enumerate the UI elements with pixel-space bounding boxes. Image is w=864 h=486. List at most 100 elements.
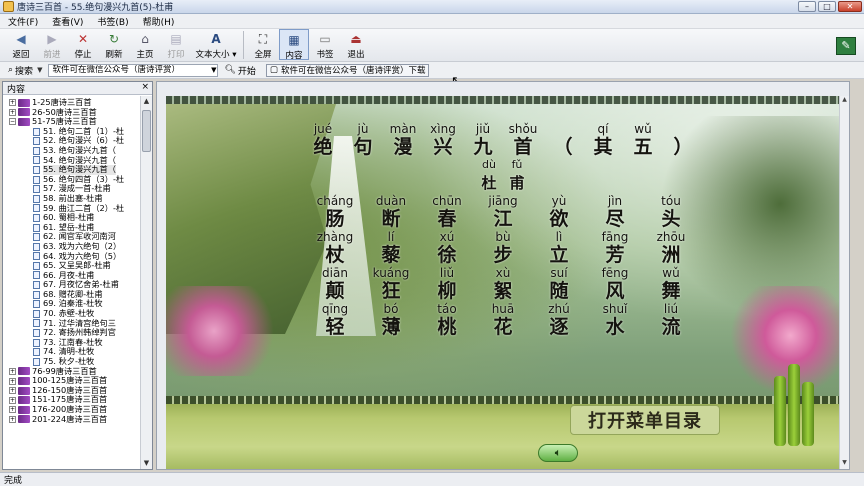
- menu-file[interactable]: 文件(F): [8, 15, 38, 28]
- refresh-button[interactable]: ↻ 刷新: [99, 29, 129, 60]
- tree-item-group[interactable]: +100-125唐诗三百首: [3, 376, 141, 386]
- expand-icon[interactable]: +: [9, 108, 16, 116]
- pinyin-syllable: lí: [387, 230, 395, 244]
- scroll-down-icon[interactable]: ▼: [840, 459, 849, 469]
- tree-item-poem[interactable]: 66. 月夜-杜甫: [3, 271, 141, 281]
- poem-frame: jué jù màn xìng jiǔ shǒu qí wǔ 绝句漫兴九首（其五） dù fǔ 杜甫 c…: [166, 96, 840, 469]
- bamboo-stalk: [802, 382, 814, 446]
- document-icon: [33, 223, 40, 232]
- expand-icon[interactable]: +: [9, 396, 16, 404]
- contents-button[interactable]: ▦ 内容: [279, 29, 309, 61]
- scroll-down-icon[interactable]: ▼: [141, 458, 152, 469]
- minimize-button[interactable]: –: [798, 1, 816, 12]
- hanzi-character: 肠: [325, 208, 345, 230]
- play-sound-button[interactable]: 🔈︎: [538, 444, 578, 462]
- tree-item-poem[interactable]: 68. 赠花卿-杜甫: [3, 290, 141, 300]
- tree-item-poem[interactable]: 73. 江南春-杜牧: [3, 338, 141, 348]
- tree-item-group[interactable]: +26-50唐诗三百首: [3, 108, 141, 118]
- document-icon: [33, 357, 40, 366]
- scroll-up-icon[interactable]: ▲: [141, 96, 152, 107]
- tree-item-group[interactable]: +176-200唐诗三百首: [3, 405, 141, 415]
- download-link-button[interactable]: ▢ 软件可在微信公众号（唐诗评赏）下载: [265, 63, 430, 77]
- tree-item-poem[interactable]: 57. 漫成一首-杜甫: [3, 184, 141, 194]
- menu-bookmark[interactable]: 书签(B): [97, 15, 128, 28]
- tree-item-group[interactable]: +126-150唐诗三百首: [3, 386, 141, 396]
- exit-button[interactable]: ⏏ 退出: [341, 29, 371, 60]
- sidebar-close-button[interactable]: ×: [141, 82, 149, 92]
- start-search-button[interactable]: 🔍︎ 开始: [224, 64, 255, 77]
- tree-item-group[interactable]: +201-224唐诗三百首: [3, 415, 141, 425]
- expand-icon[interactable]: +: [9, 406, 16, 414]
- forward-button[interactable]: ▶ 前进: [37, 29, 67, 60]
- print-button[interactable]: ▤ 打印: [161, 29, 191, 60]
- open-menu-button[interactable]: 打开菜单目录: [570, 405, 720, 435]
- tree-item-poem[interactable]: 63. 戏为六绝句（2）: [3, 242, 141, 252]
- expand-icon[interactable]: +: [9, 377, 16, 385]
- bamboo-stalk: [788, 364, 800, 446]
- tree-item-group[interactable]: − 51-75唐诗三百首: [3, 117, 141, 127]
- tree-item-poem[interactable]: 74. 清明-杜牧: [3, 347, 141, 357]
- forward-label: 前进: [43, 50, 61, 60]
- document-icon: [33, 290, 40, 299]
- tree-item-label: 62. 闻官军收河南河: [43, 232, 116, 242]
- tree-item-label: 72. 寄扬州韩绰判官: [43, 328, 116, 338]
- tree-item-label: 68. 赠花卿-杜甫: [43, 289, 103, 299]
- poem-title: jué jù màn xìng jiǔ shǒu qí wǔ 绝句漫兴九首 （ 其五 ）: [166, 122, 840, 158]
- scroll-thumb[interactable]: [142, 110, 151, 152]
- search-button[interactable]: ⌕ 搜索: [8, 64, 33, 77]
- tree-item-poem[interactable]: 59. 曲江二首（2）-杜: [3, 204, 141, 214]
- tree-item-poem[interactable]: 56. 绝句四首（3）-杜: [3, 175, 141, 185]
- tree-item-poem[interactable]: 70. 赤壁-杜牧: [3, 309, 141, 319]
- hanzi-character: 颠: [325, 280, 345, 302]
- tree-item-poem[interactable]: 72. 寄扬州韩绰判官: [3, 328, 141, 338]
- tree-item-poem[interactable]: 75. 秋夕-杜牧: [3, 357, 141, 367]
- pinyin-syllable: zhú: [548, 302, 570, 316]
- tree-item-poem[interactable]: 51. 绝句二首（1）-杜: [3, 127, 141, 137]
- pinyin-syllable: shuǐ: [602, 302, 628, 316]
- tree-item-poem[interactable]: 64. 戏为六绝句（5）: [3, 252, 141, 262]
- hanzi-character: 绝: [313, 136, 333, 158]
- search-dropdown-icon[interactable]: ▼: [37, 66, 42, 74]
- expand-icon[interactable]: +: [9, 387, 16, 395]
- bookmark-button[interactable]: ▭ 书签: [310, 29, 340, 60]
- close-button[interactable]: ✕: [838, 1, 862, 12]
- expand-icon[interactable]: +: [9, 415, 16, 423]
- pinyin-syllable: lì: [555, 230, 563, 244]
- document-icon: [33, 242, 40, 251]
- fullscreen-button[interactable]: ⛶ 全屏: [248, 29, 278, 60]
- sidebar-scrollbar[interactable]: ▲ ▼: [140, 96, 152, 469]
- download-label: 软件可在微信公众号（唐诗评赏）下载: [280, 66, 426, 76]
- tree-item-poem[interactable]: 61. 望岳-杜甫: [3, 223, 141, 233]
- chevron-down-icon[interactable]: ▼: [211, 65, 216, 76]
- tree-item-poem[interactable]: 62. 闻官军收河南河: [3, 232, 141, 242]
- home-button[interactable]: ⌂ 主页: [130, 29, 160, 60]
- tree-item-group[interactable]: +151-175唐诗三百首: [3, 395, 141, 405]
- text-size-button[interactable]: A 文本大小 ▾: [192, 29, 240, 60]
- tree-item-poem[interactable]: 53. 绝句漫兴九首（: [3, 146, 141, 156]
- back-button[interactable]: ◀ 返回: [6, 29, 36, 60]
- tree-item-poem[interactable]: 65. 又呈吴郎-杜甫: [3, 261, 141, 271]
- tree-item-poem[interactable]: 71. 过华清宫绝句三: [3, 319, 141, 329]
- tree-item-poem[interactable]: 67. 月夜忆舍弟-杜甫: [3, 280, 141, 290]
- hanzi-character: 风: [605, 280, 625, 302]
- stop-button[interactable]: ✕ 停止: [68, 29, 98, 60]
- search-input[interactable]: 软件可在微信公众号（唐诗评赏） ▼: [48, 63, 219, 77]
- content-scrollbar[interactable]: ▲ ▼: [839, 96, 849, 469]
- tree-item-label: 63. 戏为六绝句（2）: [43, 241, 122, 251]
- tree-item-poem[interactable]: 55. 绝句漫兴九首（: [3, 165, 141, 175]
- tree-item-poem[interactable]: 58. 前出塞-杜甫: [3, 194, 141, 204]
- tree-item-poem[interactable]: 54. 绝句漫兴九首（: [3, 156, 141, 166]
- tree-item-poem[interactable]: 60. 蜀相-杜甫: [3, 213, 141, 223]
- collapse-icon[interactable]: −: [9, 118, 16, 126]
- tree-item-poem[interactable]: 52. 绝句漫兴（6）-杜: [3, 136, 141, 146]
- menu-view[interactable]: 查看(V): [52, 15, 83, 28]
- expand-icon[interactable]: +: [9, 99, 16, 107]
- tree-item-label: 67. 月夜忆舍弟-杜甫: [43, 280, 119, 290]
- maximize-button[interactable]: □: [818, 1, 836, 12]
- menu-help[interactable]: 帮助(H): [143, 15, 175, 28]
- expand-icon[interactable]: +: [9, 367, 16, 375]
- tree-item-group[interactable]: +76-99唐诗三百首: [3, 367, 141, 377]
- tree-item-poem[interactable]: 69. 泊秦淮-杜牧: [3, 299, 141, 309]
- tree-item-group[interactable]: +1-25唐诗三百首: [3, 98, 141, 108]
- scroll-up-icon[interactable]: ▲: [840, 96, 849, 106]
